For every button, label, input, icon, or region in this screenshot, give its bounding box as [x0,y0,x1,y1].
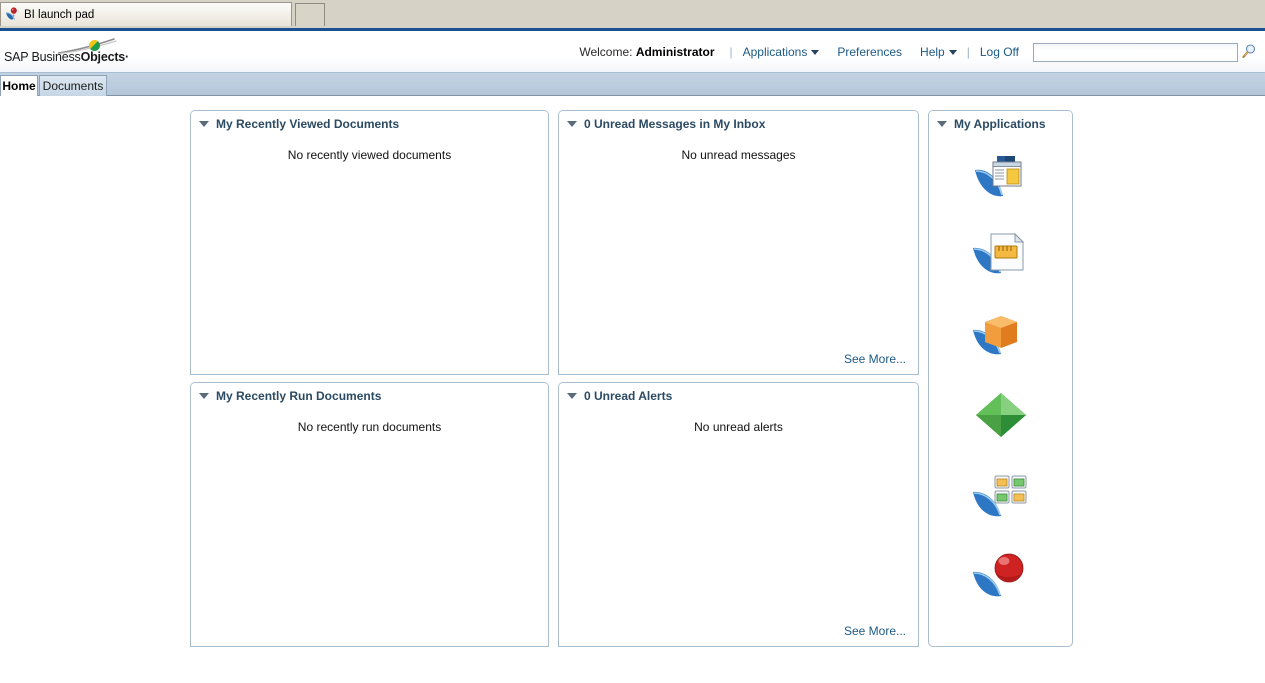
panel-unread-alerts: 0 Unread Alerts No unread alerts See Mor… [558,382,919,647]
see-more-link-alerts[interactable]: See More... [844,624,906,638]
sap-swoosh-favicon [5,6,21,23]
dashboards-icon[interactable] [971,468,1031,523]
panel-body-recently-viewed: No recently viewed documents [191,136,548,374]
chevron-down-icon[interactable] [567,120,577,127]
panel-my-applications: My Applications [928,110,1073,647]
empty-message-recently-viewed: No recently viewed documents [287,148,452,162]
nav-separator-2: | [966,45,970,59]
nav-applications-label: Applications [742,45,808,59]
tab-home[interactable]: Home [0,75,38,96]
panel-unread-messages-inbox: 0 Unread Messages in My Inbox No unread … [558,110,919,375]
analysis-edition-olap-icon[interactable] [971,388,1031,443]
panel-header-applications: My Applications [929,111,1072,136]
panel-title-applications: My Applications [954,116,1046,131]
application-tab-bar: Home Documents [0,73,1265,96]
chevron-down-icon[interactable] [937,120,947,127]
empty-message-alerts: No unread alerts [694,420,783,434]
panel-title-recently-viewed: My Recently Viewed Documents [216,116,400,131]
panel-body-inbox: No unread messages See More... [559,136,918,374]
home-dashboard: My Recently Viewed Documents No recently… [0,97,1265,683]
nav-log-off-link[interactable]: Log Off [978,44,1021,60]
sap-businessobjects-logo: SAP BusinessObjects· [2,38,129,66]
panel-body-recently-run: No recently run documents [191,408,548,646]
empty-message-inbox: No unread messages [681,148,796,162]
panel-header-recently-run: My Recently Run Documents [191,383,548,408]
see-more-link-inbox[interactable]: See More... [844,352,906,366]
logo-wordmark-sap-business: SAP Business [4,50,81,64]
chevron-down-icon[interactable] [567,392,577,399]
header-navigation: Welcome: Administrator | Applications Pr… [579,31,1265,73]
logo-wordmark: SAP BusinessObjects· [4,50,129,64]
application-icon-list [929,136,1072,603]
panel-title-alerts: 0 Unread Alerts [584,388,673,403]
chevron-down-icon[interactable] [199,392,209,399]
panel-header-alerts: 0 Unread Alerts [559,383,918,408]
nav-help-menu[interactable]: Help [918,44,959,60]
panel-header-recently-viewed: My Recently Viewed Documents [191,111,548,136]
web-intelligence-icon[interactable] [971,228,1031,283]
nav-separator-1: | [729,45,733,59]
explorer-icon[interactable] [971,548,1031,603]
panel-my-recently-viewed-documents: My Recently Viewed Documents No recently… [190,110,549,375]
welcome-message: Welcome: Administrator [579,45,714,59]
empty-message-recently-run: No recently run documents [297,420,442,434]
panel-body-applications [929,136,1072,646]
browser-tab[interactable]: BI launch pad [0,2,292,26]
panel-body-alerts: No unread alerts See More... [559,408,918,646]
welcome-label: Welcome: [579,45,633,59]
panel-title-inbox: 0 Unread Messages in My Inbox [584,116,766,131]
chevron-down-icon[interactable] [199,120,209,127]
chevron-down-icon [811,50,820,55]
tab-documents[interactable]: Documents [39,75,107,96]
panel-title-recently-run: My Recently Run Documents [216,388,382,403]
panel-my-recently-run-documents: My Recently Run Documents No recently ru… [190,382,549,647]
nav-preferences-link[interactable]: Preferences [835,44,904,60]
logo-wordmark-objects: Objects [80,50,126,64]
bi-workspace-icon[interactable] [971,148,1031,203]
nav-applications-menu[interactable]: Applications [741,44,822,60]
panel-header-inbox: 0 Unread Messages in My Inbox [559,111,918,136]
browser-chrome: BI launch pad [0,0,1265,31]
browser-tab-title: BI launch pad [24,8,95,21]
chevron-down-icon [948,50,957,55]
nav-help-label: Help [920,45,945,59]
browser-new-tab-button[interactable] [295,3,325,26]
universe-designer-icon[interactable] [971,308,1031,363]
logo-trademark: · [125,50,130,64]
browser-tab-strip: BI launch pad [0,0,1265,26]
app-header: SAP BusinessObjects· Welcome: Administra… [0,31,1265,73]
welcome-username: Administrator [635,45,715,59]
search-input[interactable] [1033,42,1238,62]
magnifier-icon[interactable] [1241,44,1257,60]
